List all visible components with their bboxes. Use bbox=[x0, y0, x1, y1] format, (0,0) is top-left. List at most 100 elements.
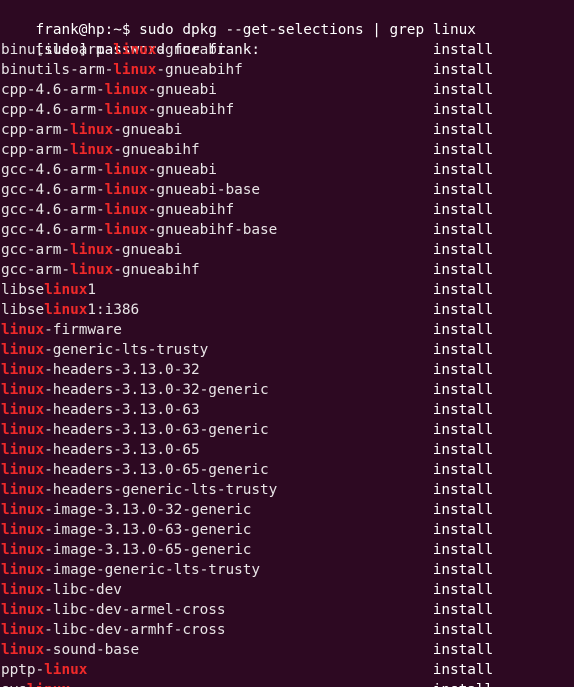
package-name: binutils-arm-linux-gnueabihf bbox=[1, 62, 243, 78]
package-name: linux-generic-lts-trusty bbox=[1, 342, 208, 358]
package-name-part: binutils-arm- bbox=[1, 42, 114, 58]
package-row: linux-generic-lts-trusty install bbox=[0, 340, 574, 360]
grep-match: linux bbox=[1, 342, 45, 358]
package-name: linux-firmware bbox=[1, 322, 122, 338]
package-row: linux-libc-dev-armel-cross install bbox=[0, 600, 574, 620]
package-row: syslinux install bbox=[0, 680, 574, 687]
column-spacer bbox=[251, 522, 432, 538]
column-spacer bbox=[96, 282, 433, 298]
package-name: linux-headers-3.13.0-32-generic bbox=[1, 382, 269, 398]
grep-match: linux bbox=[104, 222, 148, 238]
grep-match: linux bbox=[44, 302, 88, 318]
package-status: install bbox=[432, 382, 494, 398]
package-status: install bbox=[432, 302, 494, 318]
grep-match: linux bbox=[113, 62, 157, 78]
package-name: linux-image-3.13.0-32-generic bbox=[1, 502, 251, 518]
column-spacer bbox=[260, 562, 433, 578]
grep-match: linux bbox=[104, 182, 148, 198]
package-name: gcc-arm-linux-gnueabi bbox=[1, 242, 182, 258]
package-row: linux-sound-base install bbox=[0, 640, 574, 660]
package-name-part: -image-3.13.0-65-generic bbox=[44, 542, 252, 558]
package-row: gcc-arm-linux-gnueabihf install bbox=[0, 260, 574, 280]
package-name-part: -image-generic-lts-trusty bbox=[44, 562, 261, 578]
package-row: cpp-4.6-arm-linux-gnueabihf install bbox=[0, 100, 574, 120]
grep-match: linux bbox=[70, 122, 114, 138]
package-row: linux-headers-3.13.0-32 install bbox=[0, 360, 574, 380]
column-spacer bbox=[200, 262, 433, 278]
package-name: linux-headers-3.13.0-63-generic bbox=[1, 422, 269, 438]
grep-match: linux bbox=[1, 422, 45, 438]
package-status: install bbox=[432, 102, 494, 118]
package-row: cpp-arm-linux-gnueabi install bbox=[0, 120, 574, 140]
column-spacer bbox=[200, 402, 433, 418]
package-status: install bbox=[432, 422, 494, 438]
package-status: install bbox=[432, 562, 494, 578]
grep-match: linux bbox=[1, 622, 45, 638]
grep-match: linux bbox=[1, 482, 45, 498]
column-spacer bbox=[217, 162, 433, 178]
package-row: cpp-arm-linux-gnueabihf install bbox=[0, 140, 574, 160]
grep-match: linux bbox=[1, 642, 45, 658]
column-spacer bbox=[269, 422, 433, 438]
package-name: linux-image-3.13.0-65-generic bbox=[1, 542, 251, 558]
column-spacer bbox=[269, 382, 433, 398]
column-spacer bbox=[182, 122, 432, 138]
column-spacer bbox=[208, 342, 432, 358]
package-status: install bbox=[432, 442, 494, 458]
package-row: gcc-4.6-arm-linux-gnueabihf-base install bbox=[0, 220, 574, 240]
package-row: linux-headers-3.13.0-32-generic install bbox=[0, 380, 574, 400]
package-name: cpp-arm-linux-gnueabihf bbox=[1, 142, 200, 158]
column-spacer bbox=[87, 662, 432, 678]
package-row: linux-headers-3.13.0-63-generic install bbox=[0, 420, 574, 440]
package-status: install bbox=[432, 222, 494, 238]
package-name: linux-headers-3.13.0-63 bbox=[1, 402, 200, 418]
package-name: libselinux1 bbox=[1, 282, 96, 298]
package-row: gcc-arm-linux-gnueabi install bbox=[0, 240, 574, 260]
package-row: linux-image-generic-lts-trusty install bbox=[0, 560, 574, 580]
package-row: linux-image-3.13.0-63-generic install bbox=[0, 520, 574, 540]
package-name-part: -gnueabi bbox=[147, 82, 217, 98]
package-name-part: pptp- bbox=[1, 662, 45, 678]
column-spacer bbox=[200, 442, 433, 458]
package-name-part: -headers-generic-lts-trusty bbox=[44, 482, 278, 498]
package-name: pptp-linux bbox=[1, 662, 87, 678]
package-name-part: -gnueabihf bbox=[156, 62, 243, 78]
package-name: linux-image-3.13.0-63-generic bbox=[1, 522, 251, 538]
package-row: linux-image-3.13.0-32-generic install bbox=[0, 500, 574, 520]
package-status: install bbox=[432, 282, 494, 298]
column-spacer bbox=[234, 202, 433, 218]
package-name-part: gcc-4.6-arm- bbox=[1, 202, 105, 218]
package-name: cpp-arm-linux-gnueabi bbox=[1, 122, 182, 138]
package-row: libselinux1:i386 install bbox=[0, 300, 574, 320]
column-spacer bbox=[251, 502, 432, 518]
package-name: linux-headers-generic-lts-trusty bbox=[1, 482, 277, 498]
column-spacer bbox=[277, 222, 432, 238]
package-status: install bbox=[432, 642, 494, 658]
column-spacer bbox=[251, 542, 432, 558]
grep-match: linux bbox=[44, 282, 88, 298]
package-row: linux-headers-3.13.0-65-generic install bbox=[0, 460, 574, 480]
package-row: gcc-4.6-arm-linux-gnueabi install bbox=[0, 160, 574, 180]
package-row: gcc-4.6-arm-linux-gnueabi-base install bbox=[0, 180, 574, 200]
package-name-part: -gnueabi bbox=[147, 162, 217, 178]
package-name-part: -gnueabihf bbox=[113, 262, 200, 278]
package-name: syslinux bbox=[1, 682, 70, 687]
package-row: linux-libc-dev-armhf-cross install bbox=[0, 620, 574, 640]
column-spacer bbox=[234, 102, 433, 118]
column-spacer bbox=[70, 682, 433, 687]
package-name: gcc-4.6-arm-linux-gnueabi bbox=[1, 162, 217, 178]
package-name-part: gcc-arm- bbox=[1, 242, 71, 258]
package-name-part: -image-3.13.0-32-generic bbox=[44, 502, 252, 518]
package-status: install bbox=[432, 582, 494, 598]
grep-match: linux bbox=[104, 202, 148, 218]
package-name-part: gcc-4.6-arm- bbox=[1, 182, 105, 198]
terminal-window[interactable]: frank@hp:~$ sudo dpkg --get-selections |… bbox=[0, 0, 574, 687]
package-name-part: -gnueabi bbox=[113, 242, 183, 258]
package-name-part: gcc-arm- bbox=[1, 262, 71, 278]
package-status: install bbox=[432, 622, 494, 638]
column-spacer bbox=[277, 482, 432, 498]
grep-match: linux bbox=[1, 322, 45, 338]
package-status: install bbox=[432, 142, 494, 158]
column-spacer bbox=[200, 362, 433, 378]
column-spacer bbox=[269, 462, 433, 478]
